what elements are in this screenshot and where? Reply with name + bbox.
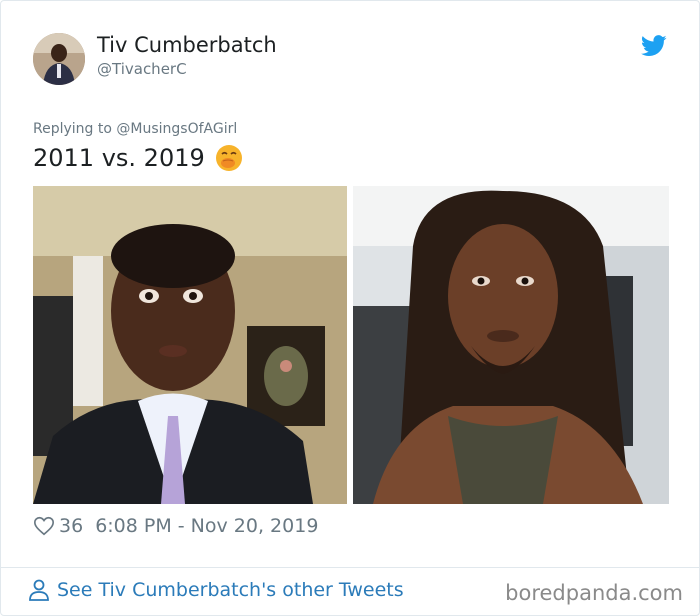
twitter-bird-icon[interactable]: [641, 35, 667, 57]
timestamp[interactable]: 6:08 PM - Nov 20, 2019: [95, 515, 318, 537]
photo-2019[interactable]: [353, 186, 669, 504]
tweet-card: Tiv Cumberbatch @TivacherC Replying to @…: [0, 0, 700, 616]
heart-icon[interactable]: [33, 515, 55, 537]
face-with-hand-over-mouth-icon: [215, 144, 243, 172]
tweet-text: 2011 vs. 2019: [33, 144, 205, 172]
other-tweets-link[interactable]: See Tiv Cumberbatch's other Tweets: [27, 578, 404, 602]
person-icon: [27, 578, 51, 602]
photo-2011[interactable]: [33, 186, 347, 504]
tweet-text-row: 2011 vs. 2019: [33, 144, 243, 172]
other-tweets-label[interactable]: See Tiv Cumberbatch's other Tweets: [57, 579, 404, 601]
reply-context[interactable]: Replying to @MusingsOfAGirl: [33, 121, 237, 137]
like-count[interactable]: 36: [59, 515, 83, 537]
author-name[interactable]: Tiv Cumberbatch: [97, 33, 277, 57]
watermark: boredpanda.com: [505, 581, 683, 605]
avatar[interactable]: [33, 33, 85, 85]
divider: [1, 567, 699, 568]
author-handle[interactable]: @TivacherC: [97, 60, 187, 78]
tweet-meta: 36 6:08 PM - Nov 20, 2019: [33, 515, 318, 537]
